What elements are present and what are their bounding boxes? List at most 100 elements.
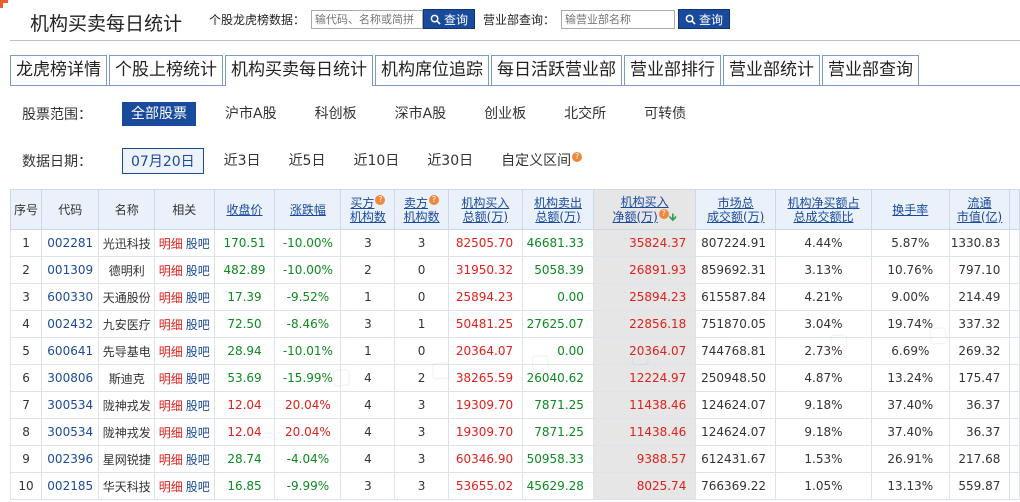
row-code[interactable]: 300534 bbox=[41, 418, 100, 446]
tab-active-branches[interactable]: 每日活跃营业部 bbox=[491, 55, 622, 85]
forum-link[interactable]: 股吧 bbox=[186, 237, 210, 251]
col-inst-buy[interactable]: 机构买入 总额(万) bbox=[447, 189, 524, 230]
tab-institution-daily[interactable]: 机构买卖每日统计 bbox=[225, 55, 373, 86]
forum-link[interactable]: 股吧 bbox=[186, 372, 210, 386]
detail-link[interactable]: 明细 bbox=[159, 237, 183, 251]
col-market[interactable]: 市场总 成交额(万) bbox=[695, 189, 777, 230]
col-change[interactable]: 涨跌幅 bbox=[274, 189, 342, 230]
dept-search-button[interactable]: 查询 bbox=[678, 9, 731, 29]
col-ratio[interactable]: 机构净买额占 总成交额比 bbox=[775, 189, 872, 230]
scope-sh-a[interactable]: 沪市A股 bbox=[216, 102, 286, 126]
col-inst-net[interactable]: 机构买入 净额(万)? 🡻 bbox=[592, 189, 697, 230]
forum-link[interactable]: 股吧 bbox=[186, 291, 210, 305]
sort-down-icon[interactable]: 🡻 bbox=[669, 211, 677, 224]
col-sell-inst-label-1[interactable]: 卖方 bbox=[404, 196, 428, 210]
scope-bse[interactable]: 北交所 bbox=[555, 102, 615, 126]
date-5d[interactable]: 近5日 bbox=[281, 148, 334, 174]
col-inst-buy-label-1[interactable]: 机构买入 bbox=[461, 196, 509, 210]
forum-link[interactable]: 股吧 bbox=[186, 264, 210, 278]
col-inst-sell-label-1[interactable]: 机构卖出 bbox=[534, 196, 582, 210]
col-inst-sell-label-2[interactable]: 总额(万) bbox=[535, 210, 580, 224]
forum-link[interactable]: 股吧 bbox=[186, 399, 210, 413]
col-inst-sell[interactable]: 机构卖出 总额(万) bbox=[522, 189, 594, 230]
tab-branch-stats[interactable]: 营业部统计 bbox=[723, 55, 820, 85]
date-30d[interactable]: 近30日 bbox=[419, 148, 481, 174]
row-code[interactable]: 002281 bbox=[41, 229, 100, 257]
tab-branch-ranking[interactable]: 营业部排行 bbox=[624, 55, 721, 85]
scope-star[interactable]: 科创板 bbox=[306, 102, 366, 126]
forum-link[interactable]: 股吧 bbox=[186, 480, 210, 494]
detail-link[interactable]: 明细 bbox=[159, 291, 183, 305]
date-today[interactable]: 07月20日 bbox=[122, 148, 204, 174]
scope-convertible[interactable]: 可转债 bbox=[635, 102, 695, 126]
question-icon[interactable]: ? bbox=[572, 152, 583, 163]
col-sell-inst[interactable]: 卖方? 机构数 bbox=[394, 189, 449, 230]
scope-chinext[interactable]: 创业板 bbox=[475, 102, 535, 126]
detail-link[interactable]: 明细 bbox=[159, 318, 183, 332]
tab-seat-tracking[interactable]: 机构席位追踪 bbox=[375, 55, 489, 85]
col-buy-inst-label-2[interactable]: 机构数 bbox=[350, 210, 386, 224]
detail-link[interactable]: 明细 bbox=[159, 480, 183, 494]
forum-link[interactable]: 股吧 bbox=[186, 453, 210, 467]
col-turnover[interactable]: 换手率 bbox=[870, 189, 950, 230]
col-float[interactable]: 流通 市值(亿) bbox=[948, 189, 1011, 230]
col-close-label[interactable]: 收盘价 bbox=[226, 203, 262, 217]
col-market-label-2[interactable]: 成交额(万) bbox=[707, 210, 764, 224]
col-ratio-label-1[interactable]: 机构净买额占 bbox=[787, 196, 859, 210]
col-ratio-label-2[interactable]: 总成交额比 bbox=[793, 210, 853, 224]
row-name[interactable]: 光迅科技 bbox=[98, 229, 156, 257]
detail-link[interactable]: 明细 bbox=[159, 264, 183, 278]
col-float-label-1[interactable]: 流通 bbox=[968, 196, 992, 210]
col-inst-net-label-1[interactable]: 机构买入 bbox=[621, 195, 669, 209]
tab-branch-query[interactable]: 营业部查询 bbox=[822, 55, 919, 85]
row-name[interactable]: 九安医疗 bbox=[98, 310, 156, 338]
row-name[interactable]: 星网锐捷 bbox=[98, 445, 156, 473]
question-icon[interactable]: ? bbox=[658, 208, 669, 219]
col-turnover-label[interactable]: 换手率 bbox=[892, 203, 928, 217]
col-float-label-2[interactable]: 市值(亿) bbox=[957, 210, 1002, 224]
row-code[interactable]: 002185 bbox=[41, 472, 100, 500]
detail-link[interactable]: 明细 bbox=[159, 426, 183, 440]
question-icon[interactable]: ? bbox=[375, 195, 386, 205]
tab-stock-list-stats[interactable]: 个股上榜统计 bbox=[109, 55, 223, 85]
row-code[interactable]: 002396 bbox=[41, 445, 100, 473]
detail-link[interactable]: 明细 bbox=[159, 399, 183, 413]
col-buy-inst[interactable]: 买方? 机构数 bbox=[340, 189, 396, 230]
row-code[interactable]: 300534 bbox=[41, 391, 100, 419]
row-name[interactable]: 先导基电 bbox=[98, 337, 156, 365]
row-code[interactable]: 002432 bbox=[41, 310, 100, 338]
row-name[interactable]: 斯迪克 bbox=[98, 364, 156, 392]
col-sell-inst-label-2[interactable]: 机构数 bbox=[404, 210, 440, 224]
scope-sz-a[interactable]: 深市A股 bbox=[386, 102, 456, 126]
col-close[interactable]: 收盘价 bbox=[213, 189, 276, 230]
col-change-label[interactable]: 涨跌幅 bbox=[290, 203, 326, 217]
stock-search-button[interactable]: 查询 bbox=[423, 9, 476, 29]
question-icon[interactable]: ? bbox=[429, 195, 440, 205]
col-market-label-1[interactable]: 市场总 bbox=[718, 196, 754, 210]
row-name[interactable]: 陇神戎发 bbox=[98, 391, 156, 419]
col-inst-buy-label-2[interactable]: 总额(万) bbox=[463, 210, 508, 224]
col-inst-net-label-2[interactable]: 净额(万) bbox=[612, 210, 657, 224]
row-code[interactable]: 300806 bbox=[41, 364, 100, 392]
detail-link[interactable]: 明细 bbox=[159, 345, 183, 359]
row-name[interactable]: 天通股份 bbox=[98, 283, 156, 311]
dept-search-input[interactable] bbox=[561, 9, 676, 29]
scope-all[interactable]: 全部股票 bbox=[122, 102, 196, 126]
row-name[interactable]: 德明利 bbox=[98, 256, 156, 284]
row-name[interactable]: 陇神戎发 bbox=[98, 418, 156, 446]
row-code[interactable]: 600641 bbox=[41, 337, 100, 365]
forum-link[interactable]: 股吧 bbox=[186, 426, 210, 440]
row-name[interactable]: 华天科技 bbox=[98, 472, 156, 500]
col-buy-inst-label-1[interactable]: 买方 bbox=[350, 196, 374, 210]
row-code[interactable]: 001309 bbox=[41, 256, 100, 284]
detail-link[interactable]: 明细 bbox=[159, 453, 183, 467]
date-3d[interactable]: 近3日 bbox=[216, 148, 269, 174]
date-custom[interactable]: 自定义区间? bbox=[493, 148, 583, 174]
tab-lhb-detail[interactable]: 龙虎榜详情 bbox=[10, 55, 107, 85]
detail-link[interactable]: 明细 bbox=[159, 372, 183, 386]
stock-search-input[interactable] bbox=[311, 9, 424, 29]
forum-link[interactable]: 股吧 bbox=[186, 318, 210, 332]
row-code[interactable]: 600330 bbox=[41, 283, 100, 311]
date-10d[interactable]: 近10日 bbox=[345, 148, 407, 174]
forum-link[interactable]: 股吧 bbox=[186, 345, 210, 359]
